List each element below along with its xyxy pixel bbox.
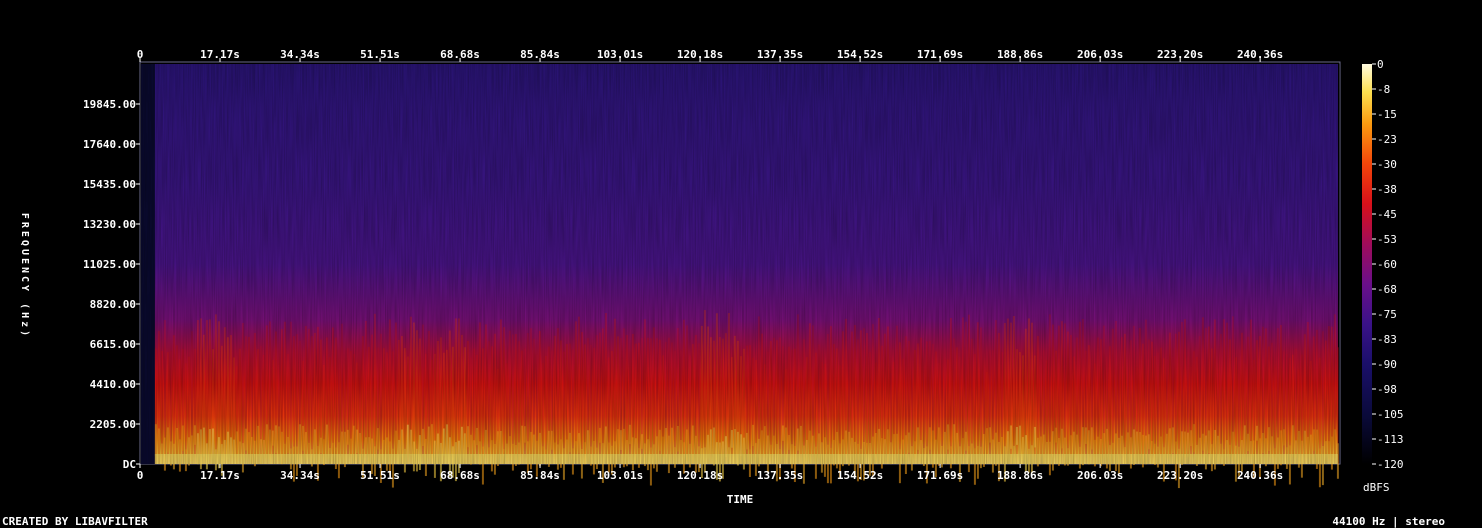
x-tick-label: 171.69s — [917, 469, 963, 482]
colorbar-tick-label: -75 — [1377, 308, 1397, 321]
colorbar-tick-label: -113 — [1377, 433, 1404, 446]
x-tick-label: 137.35s — [757, 469, 803, 482]
x-tick-label: 0 — [137, 48, 144, 61]
y-axis-label: FREQUENCY (Hz) — [19, 213, 30, 339]
x-tick-label: 223.20s — [1157, 48, 1203, 61]
colorbar-tick-label: -83 — [1377, 333, 1397, 346]
x-tick-label: 51.51s — [360, 469, 400, 482]
x-tick-label: 51.51s — [360, 48, 400, 61]
colorbar-tick-label: -45 — [1377, 208, 1397, 221]
colorbar-tick-label: -60 — [1377, 258, 1397, 271]
x-tick-label: 206.03s — [1077, 469, 1123, 482]
y-tick-label: 11025.00 — [83, 258, 136, 271]
colorbar-tick-label: -68 — [1377, 283, 1397, 296]
x-tick-label: 223.20s — [1157, 469, 1203, 482]
x-axis-label: TIME — [727, 493, 754, 506]
colorbar-tick-label: -105 — [1377, 408, 1404, 421]
x-tick-label: 34.34s — [280, 469, 320, 482]
y-tick-label: 13230.00 — [83, 218, 136, 231]
x-tick-label: 120.18s — [677, 469, 723, 482]
colorbar-label: dBFS — [1363, 481, 1390, 494]
x-tick-label: 68.68s — [440, 48, 480, 61]
x-tick-label: 188.86s — [997, 469, 1043, 482]
x-tick-label: 188.86s — [997, 48, 1043, 61]
y-tick-label: 4410.00 — [90, 378, 136, 391]
x-axis-top: 0 17.17s 34.34s 51.51s 68.68s 85.84s 103.01s 12… — [137, 48, 1283, 62]
y-tick-label: 15435.00 — [83, 178, 136, 191]
x-tick-label: 0 — [137, 469, 144, 482]
colorbar-tick-label: -8 — [1377, 83, 1390, 96]
colorbar-tick-label: -90 — [1377, 358, 1397, 371]
colorbar-tick-label: 0 — [1377, 58, 1384, 71]
colorbar-tick-label: -120 — [1377, 458, 1404, 471]
y-tick-label: 6615.00 — [90, 338, 136, 351]
footer-audio-info: 44100 Hz | stereo — [1332, 515, 1445, 528]
y-axis: DC 2205.00 4410.00 6615.00 8820.00 11025.00 13… — [83, 98, 140, 471]
x-axis-bottom: 0 17.17s 34.34s 51.51s 68.68s 85.84s 103.01s 12… — [137, 464, 1283, 482]
footer-credit: CREATED BY LIBAVFILTER — [2, 515, 148, 528]
spectrogram-figure: 0 17.17s 34.34s 51.51s 68.68s 85.84s 103.01s 12… — [2, 48, 1445, 528]
colorbar-tick-label: -30 — [1377, 158, 1397, 171]
x-tick-label: 120.18s — [677, 48, 723, 61]
colorbar-ticks: 0 -8 -15 -23 -30 -38 -45 -53 -60 -68 -75 -83 -90 -98 -… — [1372, 58, 1404, 471]
x-tick-label: 34.34s — [280, 48, 320, 61]
spectrogram-area — [140, 64, 1340, 489]
x-tick-label: 103.01s — [597, 48, 643, 61]
colorbar-tick-label: -53 — [1377, 233, 1397, 246]
y-tick-label: DC — [123, 458, 136, 471]
x-tick-label: 85.84s — [520, 469, 560, 482]
colorbar-tick-label: -98 — [1377, 383, 1397, 396]
colorbar — [1362, 64, 1372, 464]
y-tick-label: 19845.00 — [83, 98, 136, 111]
colorbar-tick-label: -38 — [1377, 183, 1397, 196]
x-tick-label: 17.17s — [200, 48, 240, 61]
y-tick-label: 8820.00 — [90, 298, 136, 311]
x-tick-label: 85.84s — [520, 48, 560, 61]
y-tick-label: 2205.00 — [90, 418, 136, 431]
x-tick-label: 240.36s — [1237, 469, 1283, 482]
x-tick-label: 206.03s — [1077, 48, 1123, 61]
y-tick-label: 17640.00 — [83, 138, 136, 151]
x-tick-label: 17.17s — [200, 469, 240, 482]
x-tick-label: 154.52s — [837, 469, 883, 482]
x-tick-label: 68.68s — [440, 469, 480, 482]
colorbar-tick-label: -15 — [1377, 108, 1397, 121]
noise-overlay — [140, 64, 1340, 464]
colorbar-tick-label: -23 — [1377, 133, 1397, 146]
x-tick-label: 103.01s — [597, 469, 643, 482]
x-tick-label: 240.36s — [1237, 48, 1283, 61]
x-tick-label: 154.52s — [837, 48, 883, 61]
x-tick-label: 137.35s — [757, 48, 803, 61]
x-tick-label: 171.69s — [917, 48, 963, 61]
